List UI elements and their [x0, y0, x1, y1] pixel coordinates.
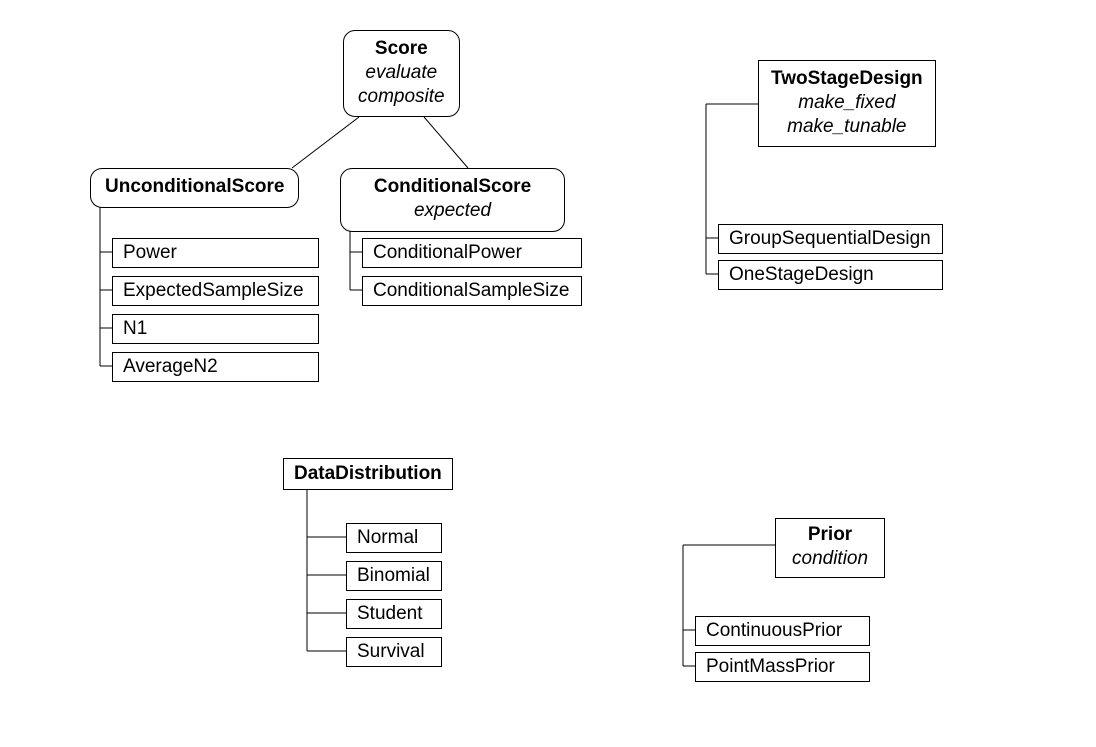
student-class: Student: [346, 599, 442, 629]
two-stage-design-name: TwoStageDesign: [771, 67, 923, 91]
unconditional-score-class: UnconditionalScore: [90, 168, 299, 208]
prior-class: Prior condition: [775, 518, 885, 578]
expected-sample-size-class: ExpectedSampleSize: [112, 276, 319, 306]
conditional-score-method: expected: [355, 199, 550, 223]
data-distribution-name: DataDistribution: [294, 463, 442, 484]
data-distribution-class: DataDistribution: [283, 458, 453, 490]
conditional-power-label: ConditionalPower: [373, 242, 522, 263]
prior-method: condition: [792, 547, 868, 571]
survival-label: Survival: [357, 641, 425, 662]
group-sequential-design-label: GroupSequentialDesign: [729, 228, 931, 249]
power-class: Power: [112, 238, 319, 268]
conditional-power-class: ConditionalPower: [362, 238, 582, 268]
continuous-prior-label: ContinuousPrior: [706, 620, 842, 641]
prior-name: Prior: [792, 523, 868, 547]
conditional-sample-size-class: ConditionalSampleSize: [362, 276, 582, 306]
conditional-score-name: ConditionalScore: [355, 175, 550, 199]
average-n2-class: AverageN2: [112, 352, 319, 382]
continuous-prior-class: ContinuousPrior: [695, 616, 870, 646]
score-class: Score evaluate composite: [343, 30, 460, 117]
unconditional-score-name: UnconditionalScore: [105, 175, 284, 199]
score-name: Score: [358, 37, 445, 61]
class-diagram: Score evaluate composite UnconditionalSc…: [0, 0, 1096, 747]
expected-sample-size-label: ExpectedSampleSize: [123, 280, 304, 301]
conditional-score-class: ConditionalScore expected: [340, 168, 565, 232]
group-sequential-design-class: GroupSequentialDesign: [718, 224, 943, 254]
two-stage-make-fixed: make_fixed: [771, 91, 923, 115]
conditional-sample-size-label: ConditionalSampleSize: [373, 280, 569, 301]
n1-class: N1: [112, 314, 319, 344]
power-label: Power: [123, 242, 177, 263]
survival-class: Survival: [346, 637, 442, 667]
binomial-label: Binomial: [357, 565, 430, 586]
score-method-evaluate: evaluate: [358, 61, 445, 85]
point-mass-prior-label: PointMassPrior: [706, 656, 835, 677]
two-stage-make-tunable: make_tunable: [771, 115, 923, 139]
point-mass-prior-class: PointMassPrior: [695, 652, 870, 682]
one-stage-design-label: OneStageDesign: [729, 264, 874, 285]
binomial-class: Binomial: [346, 561, 442, 591]
n1-label: N1: [123, 318, 147, 339]
score-method-composite: composite: [358, 85, 445, 109]
one-stage-design-class: OneStageDesign: [718, 260, 943, 290]
normal-class: Normal: [346, 523, 442, 553]
normal-label: Normal: [357, 527, 418, 548]
average-n2-label: AverageN2: [123, 356, 218, 377]
two-stage-design-class: TwoStageDesign make_fixed make_tunable: [758, 60, 936, 147]
student-label: Student: [357, 603, 423, 624]
